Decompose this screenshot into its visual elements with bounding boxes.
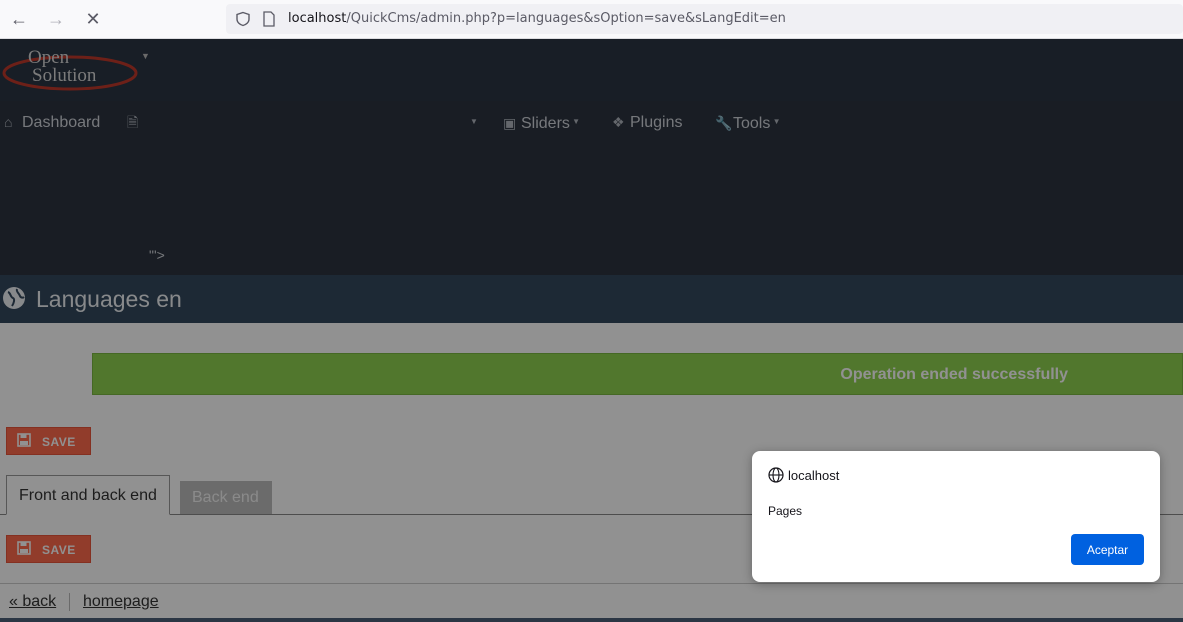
url-path: /QuickCms/admin.php?p=languages&sOption=… <box>346 11 786 26</box>
stop-loading-icon[interactable]: ✕ <box>80 6 106 32</box>
page-icon[interactable] <box>262 11 276 27</box>
alert-dialog: localhost Pages Aceptar <box>752 451 1160 582</box>
url-text[interactable]: localhost/QuickCms/admin.php?p=languages… <box>288 11 786 26</box>
back-arrow-icon[interactable]: ← <box>6 6 32 32</box>
dialog-ok-button[interactable]: Aceptar <box>1071 534 1144 565</box>
globe-icon <box>768 467 784 483</box>
shield-icon[interactable] <box>235 11 251 27</box>
forward-arrow-icon[interactable]: → <box>43 6 69 32</box>
bottom-strip <box>0 618 1183 622</box>
browser-toolbar: ← → ✕ localhost/QuickCms/admin.php?p=lan… <box>0 0 1183 39</box>
address-bar[interactable]: localhost/QuickCms/admin.php?p=languages… <box>226 4 1183 34</box>
dialog-origin: localhost <box>788 468 840 483</box>
url-host: localhost <box>288 11 347 26</box>
dialog-message: Pages <box>768 504 803 518</box>
